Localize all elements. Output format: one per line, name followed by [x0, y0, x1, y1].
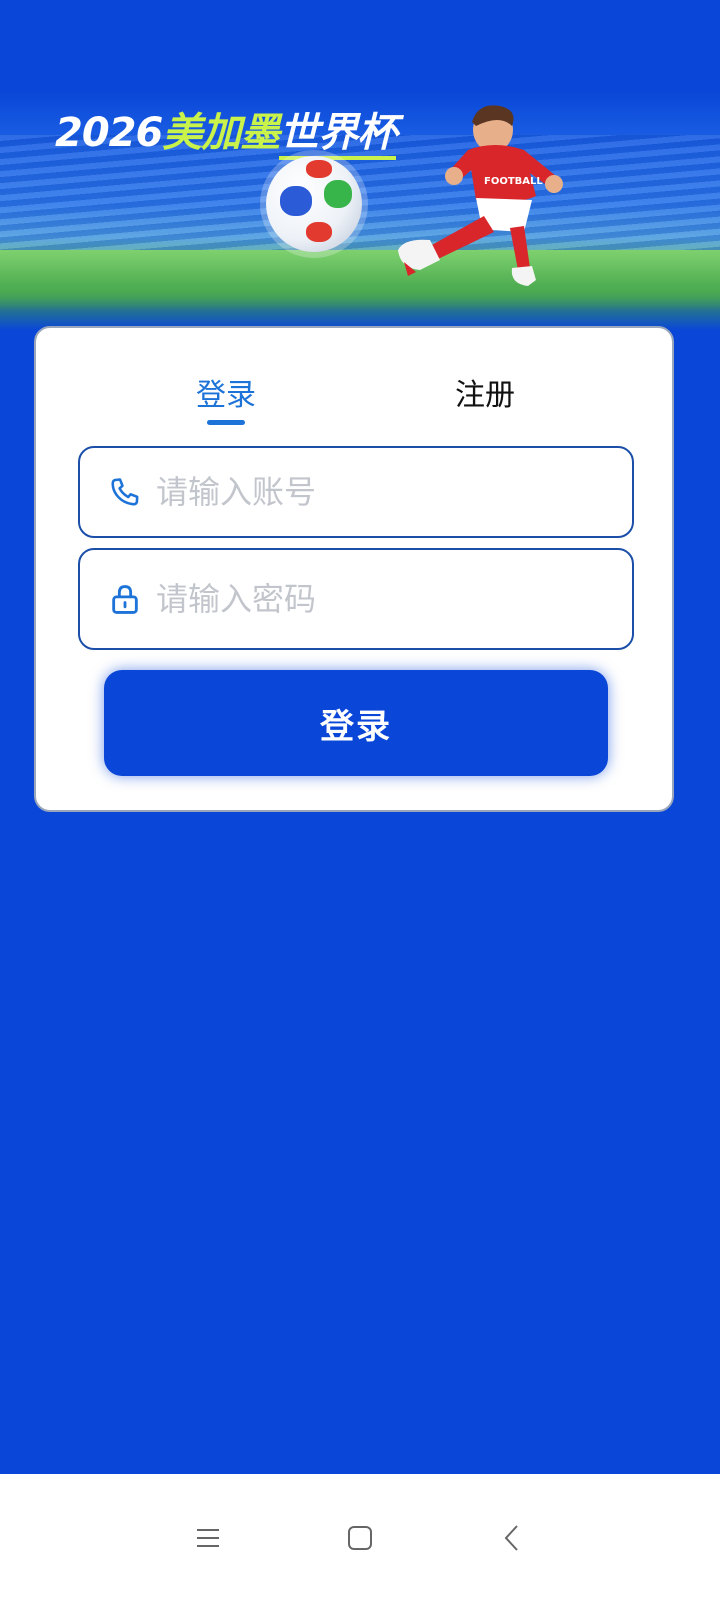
world-cup-banner: 2026美加墨世界杯 FOOTBALL	[0, 0, 720, 330]
banner-title: 2026美加墨世界杯	[55, 100, 397, 160]
system-navigation-bar	[0, 1474, 720, 1600]
nav-back-button[interactable]	[482, 1508, 542, 1568]
account-field[interactable]	[78, 446, 634, 538]
banner-year: 2026	[55, 110, 163, 156]
tab-register[interactable]: 注册	[405, 370, 565, 414]
back-icon	[504, 1525, 518, 1551]
jersey-text: FOOTBALL	[484, 176, 543, 187]
phone-icon	[111, 478, 139, 506]
account-input[interactable]	[156, 448, 632, 536]
login-card: 登录 注册 登录	[34, 326, 674, 812]
menu-icon	[197, 1529, 219, 1547]
tab-login[interactable]: 登录	[146, 370, 306, 414]
login-button[interactable]: 登录	[104, 670, 608, 776]
nav-menu-button[interactable]	[178, 1508, 238, 1568]
soccer-ball-icon	[266, 156, 362, 252]
banner-title-highlight: 美加墨	[162, 110, 280, 156]
password-field[interactable]	[78, 548, 634, 650]
soccer-player-illustration: FOOTBALL	[398, 105, 563, 286]
password-input[interactable]	[156, 550, 632, 648]
active-tab-indicator	[207, 420, 245, 425]
home-icon	[348, 1526, 372, 1550]
nav-home-button[interactable]	[330, 1508, 390, 1568]
lock-icon	[112, 585, 138, 614]
